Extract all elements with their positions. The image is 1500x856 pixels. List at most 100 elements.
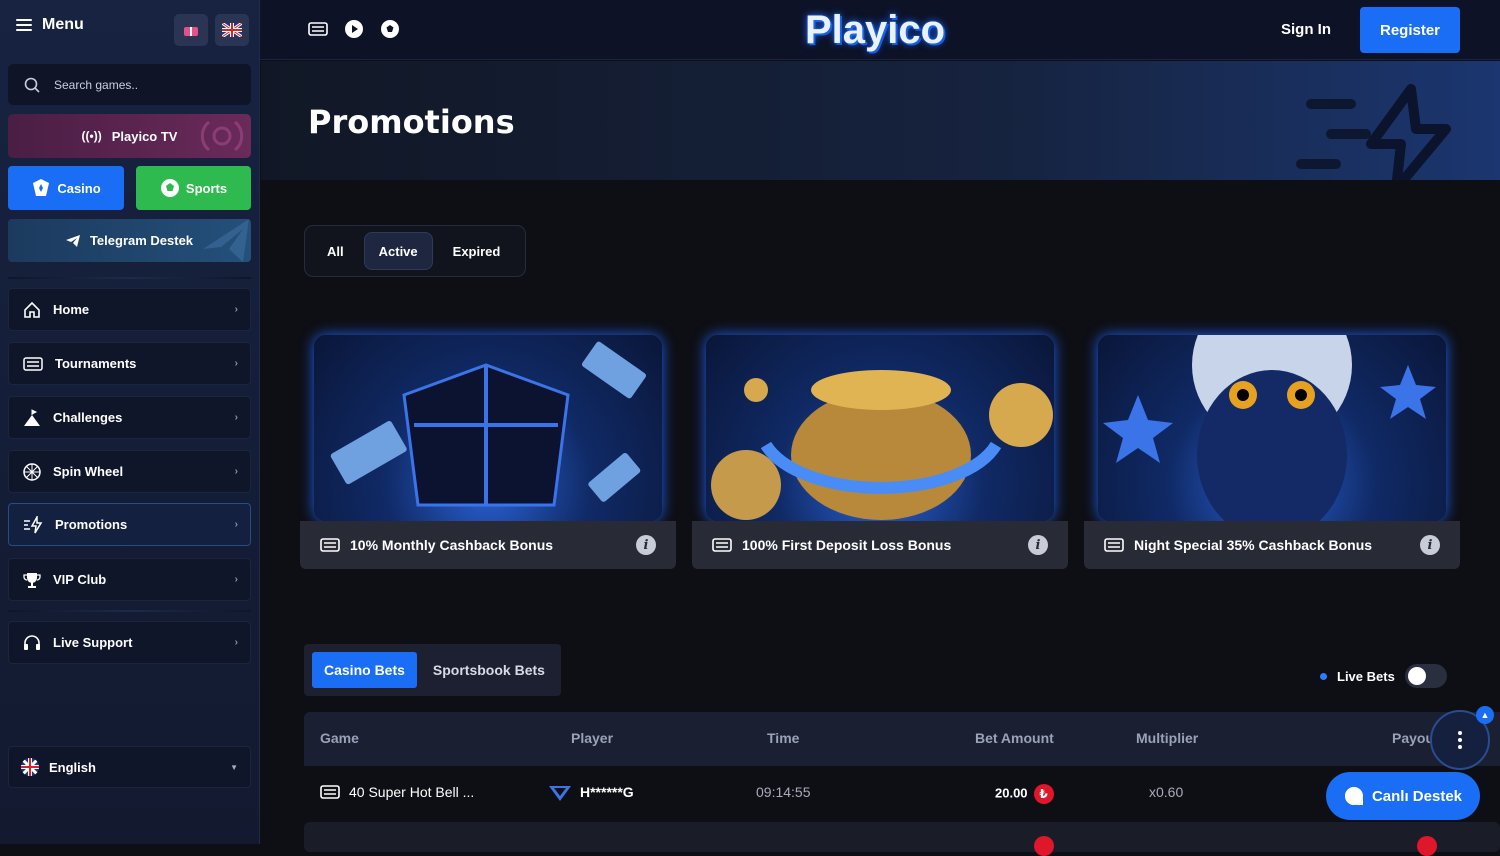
sidebar-item-promotions[interactable]: Promotions ›	[8, 503, 251, 546]
sidebar-item-tournaments[interactable]: Tournaments ›	[8, 342, 251, 385]
filter-all[interactable]: All	[313, 232, 358, 270]
trophy-grid-icon	[308, 22, 328, 36]
casino-label: Casino	[57, 180, 101, 196]
promo-title: 100% First Deposit Loss Bonus	[742, 537, 952, 553]
language-label: English	[49, 759, 96, 775]
gift-box-image	[330, 341, 647, 507]
promo-card[interactable]: 100% First Deposit Loss Bonus i	[692, 291, 1068, 569]
soccer-ball-icon	[381, 20, 399, 38]
menu-label: Menu	[42, 16, 84, 33]
trophy-grid-icon	[320, 785, 340, 799]
register-button[interactable]: Register	[1360, 7, 1460, 53]
sidebar-item-label: Live Support	[53, 635, 133, 650]
column-header: Game	[320, 730, 359, 746]
chevron-right-icon: ›	[234, 637, 238, 648]
sidebar-item-live-support[interactable]: Live Support ›	[8, 621, 251, 664]
live-dot-icon	[1320, 672, 1327, 680]
menu-toggle[interactable]: Menu	[16, 16, 84, 34]
language-flag-button[interactable]	[215, 14, 249, 46]
chevron-right-icon: ›	[234, 466, 238, 477]
promo-title: Night Special 35% Cashback Bonus	[1134, 537, 1373, 553]
promo-filter-group: All Active Expired	[304, 225, 526, 277]
bet-multiplier: x0.60	[1149, 784, 1184, 800]
promo-card[interactable]: 10% Monthly Cashback Bonus i	[300, 291, 676, 569]
column-header: Time	[767, 730, 800, 746]
wheel-icon	[23, 462, 41, 481]
promo-title-bar: 100% First Deposit Loss Bonus i	[692, 521, 1068, 569]
sidebar-item-spin-wheel[interactable]: Spin Wheel ›	[8, 450, 251, 493]
bet-amount: 20.00 ₺	[995, 784, 1054, 804]
lira-icon: ₺	[1033, 784, 1054, 804]
column-header: Bet Amount	[975, 730, 1054, 746]
sidebar: Menu ((•)) Playico TV Casino Sports Tele…	[0, 0, 260, 844]
sidebar-item-vip-club[interactable]: VIP Club ›	[8, 558, 251, 601]
tv-shortcut[interactable]	[343, 18, 365, 40]
language-select[interactable]: English ▼	[8, 746, 251, 788]
filter-expired[interactable]: Expired	[439, 232, 515, 270]
column-header: Multiplier	[1136, 730, 1199, 746]
live-bets-toggle[interactable]	[1404, 664, 1447, 688]
filter-active[interactable]: Active	[363, 232, 433, 270]
broadcast-icon: ((•))	[81, 129, 102, 143]
tv-decor-icon	[200, 120, 244, 152]
lightning-icon	[24, 515, 43, 533]
chevron-up-icon[interactable]: ▲	[1476, 706, 1494, 724]
casino-button[interactable]: Casino	[8, 166, 124, 210]
promo-image-gift-box	[314, 335, 662, 521]
bet-time: 09:14:55	[756, 784, 811, 800]
divider	[8, 277, 251, 279]
tv-label: Playico TV	[111, 128, 178, 144]
rank-badge-icon	[549, 786, 571, 801]
tab-sportsbook-bets[interactable]: Sportsbook Bets	[421, 652, 557, 688]
tournaments-shortcut[interactable]	[307, 18, 329, 40]
sidebar-item-label: VIP Club	[53, 572, 107, 587]
sidebar-item-label: Promotions	[55, 517, 128, 532]
sidebar-item-label: Challenges	[53, 410, 123, 425]
soccer-ball-icon	[160, 179, 179, 197]
promo-title-bar: 10% Monthly Cashback Bonus i	[300, 521, 676, 569]
column-header: Payou	[1392, 730, 1435, 746]
sidebar-item-home[interactable]: Home ›	[8, 288, 251, 331]
game-name[interactable]: 40 Super Hot Bell ...	[349, 784, 474, 800]
promo-image-gold-pot	[706, 335, 1054, 521]
live-bets-label: Live Bets	[1337, 668, 1395, 684]
chevron-right-icon: ›	[234, 358, 238, 369]
kebab-icon	[1458, 731, 1462, 749]
live-chat-button[interactable]: Canlı Destek	[1326, 772, 1480, 820]
casino-chip-icon	[33, 179, 50, 196]
tab-casino-bets[interactable]: Casino Bets	[312, 652, 417, 688]
bets-tabs: Casino Bets Sportsbook Bets	[304, 644, 561, 696]
telegram-button[interactable]: Telegram Destek	[8, 219, 251, 262]
info-icon[interactable]: i	[636, 535, 656, 555]
headset-icon	[24, 634, 40, 650]
promo-title: 10% Monthly Cashback Bonus	[350, 537, 554, 553]
search-input[interactable]	[54, 77, 224, 92]
mountain-flag-icon	[24, 408, 40, 426]
sign-in-button[interactable]: Sign In	[1281, 21, 1331, 38]
home-icon	[24, 301, 40, 318]
gift-button[interactable]	[174, 14, 208, 46]
sidebar-item-challenges[interactable]: Challenges ›	[8, 396, 251, 439]
playico-tv-button[interactable]: ((•)) Playico TV	[8, 114, 251, 158]
chat-bubble-icon	[1344, 787, 1363, 805]
chevron-right-icon: ›	[234, 574, 238, 585]
player-name: H******G	[580, 784, 634, 800]
sports-shortcut[interactable]	[379, 18, 401, 40]
sidebar-item-label: Home	[53, 302, 90, 317]
promo-card[interactable]: Night Special 35% Cashback Bonus i	[1084, 291, 1460, 569]
lira-icon	[1417, 836, 1437, 856]
info-icon[interactable]: i	[1028, 535, 1048, 555]
page-hero: Promotions	[261, 61, 1500, 180]
telegram-icon	[65, 234, 80, 247]
site-logo[interactable]: Playico	[805, 8, 945, 53]
sports-button[interactable]: Sports	[136, 166, 251, 210]
search-box[interactable]	[8, 64, 251, 105]
live-bets-toggle-group: Live Bets	[1320, 664, 1447, 688]
hamburger-icon	[16, 19, 32, 31]
gold-pot-image	[711, 370, 1053, 520]
info-icon[interactable]: i	[1420, 535, 1440, 555]
gift-icon	[184, 27, 198, 36]
chat-label: Canlı Destek	[1371, 787, 1463, 805]
telegram-label: Telegram Destek	[89, 233, 194, 248]
telegram-decor-icon	[203, 219, 249, 262]
